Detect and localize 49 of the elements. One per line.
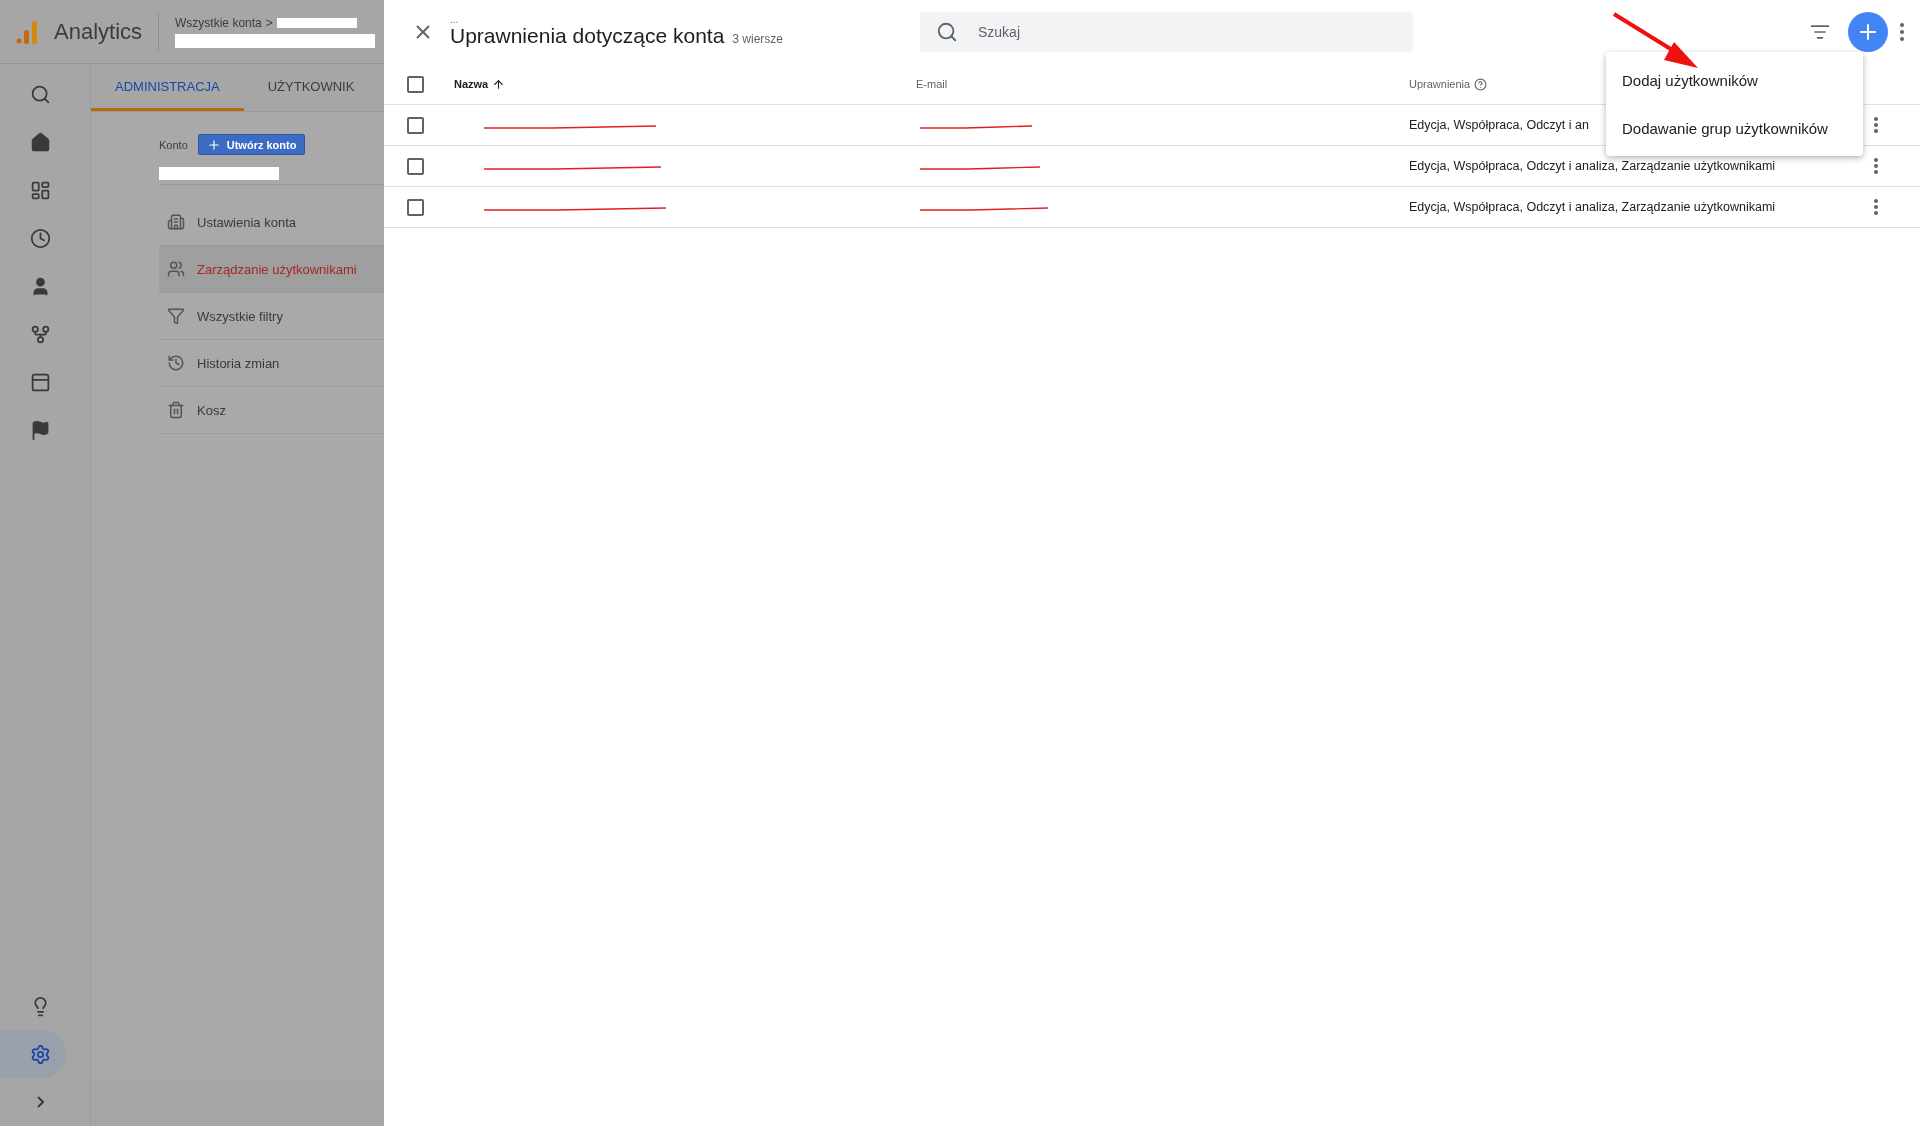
create-account-button[interactable]: Utwórz konto [197,134,306,155]
building-icon [167,213,185,231]
sort-arrow-icon [492,77,506,91]
fork-icon [29,323,51,345]
ellipsis-text: ... [450,16,460,24]
menu-item[interactable]: Dodaj użytkowników [1606,56,1863,104]
select-all-checkbox[interactable] [407,75,424,93]
bar-chart-logo-icon [16,19,40,44]
tab[interactable]: UŻYTKOWNIK [243,64,379,111]
menu-item[interactable]: Dodawanie grup użytkowników [1606,104,1863,152]
breadcrumb-separator: > [265,15,273,30]
home-icon [29,131,51,153]
column-header[interactable]: Uprawnienia [1409,77,1488,91]
table-cell: Edycja, Współpraca, Odczyt i analiza, Zarządzanie użytkownikami [1409,159,1776,173]
more-icon [1874,158,1878,174]
row-checkbox[interactable] [407,116,424,134]
settings-icon [29,1043,51,1065]
more-icon [1874,117,1878,133]
chevron-icon [36,1096,44,1108]
breadcrumb-link[interactable]: Wszystkie konta [175,15,262,30]
more-icon [1900,23,1904,41]
help-icon [1474,77,1488,91]
settings-button[interactable] [0,1030,66,1078]
column-header[interactable]: Nazwa [454,77,506,91]
people-icon [167,260,185,278]
row-count: 3 wiersze [732,32,783,46]
filter-icon [167,307,185,325]
row-checkbox[interactable] [407,198,424,216]
search-icon [29,83,51,105]
row-checkbox[interactable] [407,157,424,175]
trash-icon [167,401,185,419]
account-label: Konto [159,138,188,151]
window-icon [29,371,51,393]
more-icon [1874,199,1878,215]
table-cell: Edycja, Współpraca, Odczyt i an [1409,118,1589,132]
column-header[interactable]: E-mail [916,78,948,90]
search-field[interactable]: Szukaj [920,12,1413,52]
add-button[interactable] [1848,12,1888,52]
panel-title: Uprawnienia dotyczące konta [450,24,725,48]
table-cell: Edycja, Współpraca, Odczyt i analiza, Zarządzanie użytkownikami [1409,200,1776,214]
clock-icon [29,227,51,249]
admin-menu-item[interactable]: Zarządzanie użytkownikami [159,246,384,293]
search-icon [936,21,958,43]
dashboard-icon [29,179,51,201]
app-name: Analytics [54,18,143,45]
filter-icon [1810,22,1830,42]
history-icon [167,354,185,372]
plus-icon [206,137,221,152]
search-input[interactable]: Szukaj [976,23,1397,41]
